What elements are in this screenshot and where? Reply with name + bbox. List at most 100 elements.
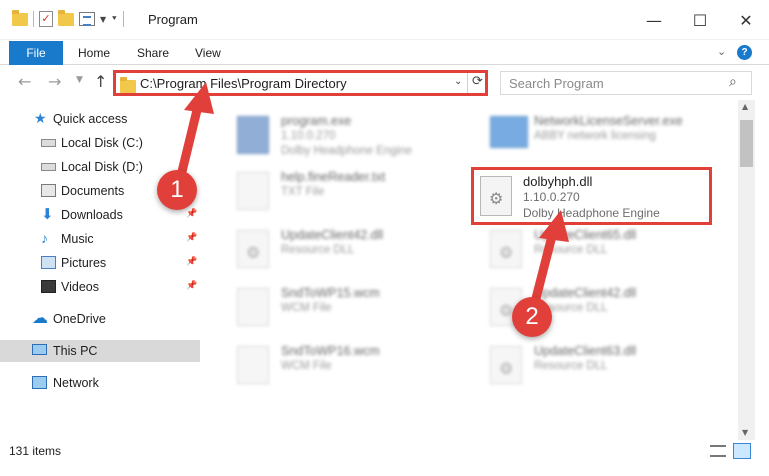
expand-ribbon-icon[interactable]: ⌄: [717, 45, 726, 58]
file-list: program.exe 1.10.0.270 Dolby Headphone E…: [205, 100, 738, 440]
sidebar-item-pictures[interactable]: Pictures 📌: [0, 252, 200, 274]
address-bar[interactable]: C:\Program Files\Program Directory ⌄ ⟳: [113, 70, 488, 96]
chevron-down-icon[interactable]: ▼: [100, 15, 106, 24]
search-icon[interactable]: ⌕: [729, 74, 737, 90]
file-tile[interactable]: NetworkLicenseServer.exe ABBY network li…: [472, 106, 702, 162]
gear-icon: ⚙: [499, 245, 514, 262]
wcm-file-icon: [237, 346, 269, 384]
sidebar-item-onedrive[interactable]: ☁ OneDrive: [0, 308, 200, 330]
file-detail: Resource DLL: [534, 360, 608, 372]
sidebar-item-videos[interactable]: Videos 📌: [0, 276, 200, 298]
dll-file-icon: ⚙: [490, 346, 522, 384]
refresh-icon[interactable]: ⟳: [472, 74, 483, 89]
disk-icon: [41, 139, 56, 147]
recent-locations-icon[interactable]: ▼: [76, 75, 83, 85]
scrollbar-thumb[interactable]: [740, 120, 753, 167]
cloud-icon: ☁: [32, 310, 48, 327]
sidebar-item-this-pc[interactable]: This PC: [0, 340, 200, 362]
window-title: Program: [148, 12, 198, 27]
tab-share[interactable]: Share: [137, 41, 169, 65]
gear-icon: ⚙: [489, 191, 504, 208]
sidebar-item-label: Local Disk (D:): [61, 160, 143, 174]
file-tile[interactable]: ⚙ UpdateClient63.dll Resource DLL: [472, 336, 702, 392]
sidebar-item-label: Local Disk (C:): [61, 136, 143, 150]
file-tile[interactable]: SndToWP16.wcm WCM File: [219, 336, 449, 392]
tiles-view-icon[interactable]: [733, 443, 751, 459]
file-version: 1.10.0.270: [523, 190, 580, 204]
file-detail: TXT File: [281, 186, 325, 198]
file-tile-dolbyhph-dll[interactable]: ⚙ dolbyhph.dll 1.10.0.270 Dolby Headphon…: [471, 167, 712, 225]
item-count: 131 items: [9, 444, 62, 458]
search-input[interactable]: Search Program: [509, 76, 604, 91]
divider: [33, 11, 34, 27]
up-arrow-icon[interactable]: ↑: [94, 72, 107, 91]
sidebar-item-label: Documents: [61, 184, 125, 198]
file-detail: WCM File: [281, 360, 332, 372]
documents-icon: [41, 184, 56, 197]
folder-icon: [12, 9, 28, 26]
close-button[interactable]: ✕: [723, 0, 769, 40]
sidebar-item-label: Videos: [61, 280, 99, 294]
new-folder-icon[interactable]: [58, 9, 74, 26]
file-name: UpdateClient42.dll: [534, 286, 637, 300]
tab-home[interactable]: Home: [78, 41, 110, 65]
forward-arrow-icon[interactable]: →: [48, 72, 61, 91]
file-name: dolbyhph.dll: [523, 174, 593, 189]
details-view-icon[interactable]: [710, 445, 726, 457]
back-arrow-icon[interactable]: ←: [18, 72, 31, 91]
sidebar-item-label: Music: [61, 232, 94, 246]
properties-check-icon[interactable]: ✓: [39, 11, 53, 27]
file-tile[interactable]: SndToWP15.wcm WCM File: [219, 278, 449, 334]
sidebar-item-network[interactable]: Network: [0, 372, 200, 394]
sidebar-item-local-disk-c[interactable]: Local Disk (C:): [0, 132, 200, 154]
sidebar-item-music[interactable]: ♪ Music 📌: [0, 228, 200, 250]
tab-view[interactable]: View: [195, 41, 221, 65]
file-tile[interactable]: ⚙ UpdateClient42.dll Resource DLL: [472, 278, 702, 334]
text-file-icon: [237, 172, 269, 210]
file-tile[interactable]: ⚙ UpdateClient65.dll Resource DLL: [472, 220, 702, 276]
help-icon[interactable]: ?: [737, 45, 752, 60]
file-tile[interactable]: help.fineReader.txt TXT File: [219, 162, 449, 218]
scroll-down-icon[interactable]: ▼: [742, 428, 748, 437]
customize-toolbar-icon[interactable]: [79, 12, 95, 26]
sidebar-item-quick-access[interactable]: ★ Quick access: [0, 108, 200, 130]
exe-file-icon: [490, 116, 528, 148]
step-2-badge: 2: [512, 297, 552, 337]
navigation-bar: ← → ▼ ↑ C:\Program Files\Program Directo…: [0, 66, 769, 100]
tab-file[interactable]: File: [9, 41, 63, 65]
scroll-up-icon[interactable]: ▲: [742, 102, 748, 111]
pin-icon[interactable]: 📌: [186, 280, 197, 291]
vertical-scrollbar[interactable]: ▲ ▼: [738, 100, 755, 440]
file-description: Dolby Headphone Engine: [523, 206, 660, 220]
sidebar-item-label: Quick access: [53, 112, 128, 126]
customize-qat-icon[interactable]: ⯆: [111, 14, 117, 24]
sidebar-item-label: This PC: [53, 344, 98, 358]
file-detail: ABBY network licensing: [534, 130, 656, 142]
dll-file-icon: ⚙: [480, 176, 512, 216]
file-name: SndToWP16.wcm: [281, 344, 380, 358]
minimize-button[interactable]: —: [631, 0, 677, 40]
status-bar: 131 items: [0, 440, 769, 476]
pin-icon[interactable]: 📌: [186, 232, 197, 243]
file-name: UpdateClient63.dll: [534, 344, 637, 358]
file-name: UpdateClient42.dll: [281, 228, 384, 242]
exe-file-icon: [237, 116, 269, 154]
file-detail: Dolby Headphone Engine: [281, 145, 413, 157]
quick-access-toolbar: ✓ ▼ ⯆: [12, 9, 124, 27]
divider: [467, 73, 468, 93]
videos-icon: [41, 280, 56, 293]
dll-file-icon: ⚙: [237, 230, 269, 268]
file-tile[interactable]: program.exe 1.10.0.270 Dolby Headphone E…: [219, 106, 449, 162]
search-box[interactable]: Search Program ⌕: [500, 71, 752, 95]
pin-icon[interactable]: 📌: [186, 208, 197, 219]
file-tile[interactable]: ⚙ UpdateClient42.dll Resource DLL: [219, 220, 449, 276]
chevron-down-icon[interactable]: ⌄: [454, 76, 462, 87]
address-path[interactable]: C:\Program Files\Program Directory: [140, 76, 347, 91]
pin-icon[interactable]: 📌: [186, 256, 197, 267]
gear-icon: ⚙: [246, 245, 261, 262]
file-name: help.fineReader.txt: [281, 170, 386, 184]
sidebar-item-label: Downloads: [61, 208, 123, 222]
file-name: program.exe: [281, 114, 352, 128]
file-name: UpdateClient65.dll: [534, 228, 637, 242]
maximize-button[interactable]: ☐: [677, 0, 723, 40]
